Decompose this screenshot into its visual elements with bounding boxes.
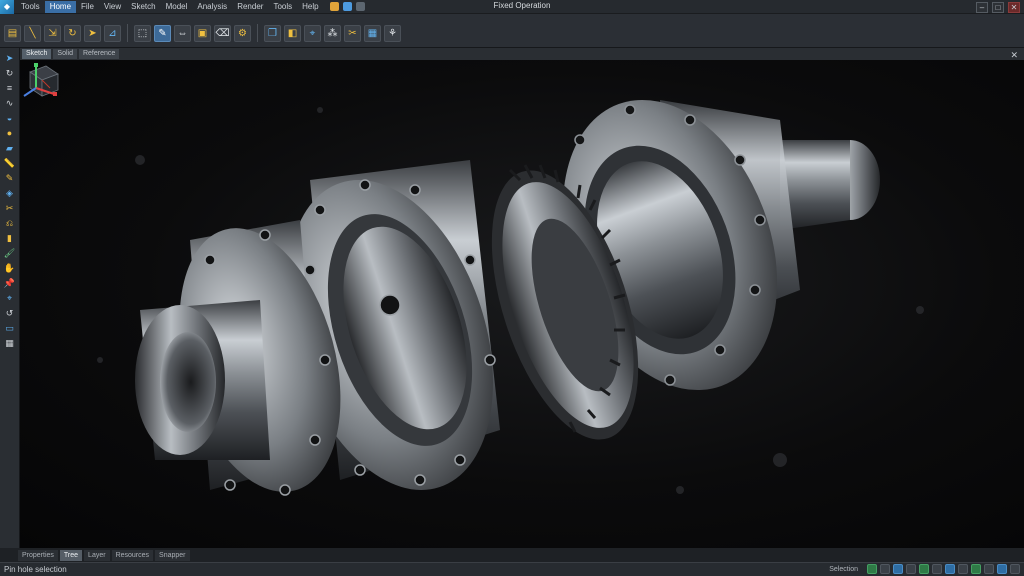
- extrude-tool-icon[interactable]: ▮: [3, 232, 17, 244]
- folder-icon[interactable]: ▤: [4, 24, 21, 42]
- menu-item-tools[interactable]: Tools: [268, 1, 297, 13]
- panel-tab-layer[interactable]: Layer: [84, 549, 110, 561]
- cut-tool-icon[interactable]: ✂: [3, 202, 17, 214]
- status-clean-icon[interactable]: [1010, 564, 1020, 574]
- assembly-icon[interactable]: ⚘: [384, 24, 401, 42]
- maximize-button[interactable]: □: [992, 1, 1004, 13]
- status-annot-icon[interactable]: [958, 564, 968, 574]
- select-icon[interactable]: ⬚: [134, 24, 151, 42]
- dimension-icon[interactable]: ⇔: [174, 24, 191, 42]
- toolbar-separator: [257, 24, 258, 42]
- gear-icon[interactable]: ⚙: [234, 24, 251, 42]
- panel-tabs: Properties Tree Layer Resources Snapper: [0, 548, 1024, 562]
- viewport-tab-solid[interactable]: Solid: [53, 49, 77, 59]
- status-grid-icon[interactable]: [867, 564, 877, 574]
- app-logo-icon[interactable]: ◆: [0, 0, 14, 14]
- quick-access-toolbar: [329, 2, 365, 11]
- main-toolbar: ▤ ╲ ⇲ ↻ ➤ ⊿ ⬚ ✎ ⇔ ▣ ⌫ ⚙ ❐ ◧ ⌖ ⁂ ✂ ▦ ⚘: [0, 14, 1024, 48]
- menu-item-home[interactable]: Home: [44, 0, 77, 13]
- panel-tab-properties[interactable]: Properties: [18, 549, 58, 561]
- hand-tool-icon[interactable]: ✋: [3, 262, 17, 274]
- status-selection-label: Selection: [829, 565, 858, 573]
- menu-item-analysis[interactable]: Analysis: [192, 1, 232, 13]
- toolbar-separator: [127, 24, 128, 42]
- viewport-tab-sketch[interactable]: Sketch: [22, 49, 52, 59]
- close-button[interactable]: ✕: [1008, 1, 1020, 13]
- paint-tool-icon[interactable]: 🖌: [3, 247, 17, 259]
- axis-triad: [23, 63, 57, 97]
- rotate-icon[interactable]: ↻: [64, 24, 81, 42]
- fold-tool-icon[interactable]: ⎌: [3, 217, 17, 229]
- measure-icon[interactable]: ⊿: [104, 24, 121, 42]
- sphere-tool-icon[interactable]: ●: [3, 127, 17, 139]
- grid-tool-icon[interactable]: ▦: [3, 337, 17, 349]
- menu-item-sketch[interactable]: Sketch: [126, 1, 160, 13]
- grid-icon[interactable]: ▦: [364, 24, 381, 42]
- undo-icon[interactable]: [342, 2, 352, 11]
- status-polar-icon[interactable]: [906, 564, 916, 574]
- clip-icon[interactable]: ✂: [344, 24, 361, 42]
- redo-icon[interactable]: [355, 2, 365, 11]
- menu-bar: Tools Home File View Sketch Model Analysis Rend…: [16, 0, 324, 14]
- menu-item-help[interactable]: Help: [297, 1, 323, 13]
- shaft-assembly: [135, 99, 880, 496]
- pattern-icon[interactable]: ⁂: [324, 24, 341, 42]
- layers-tool-icon[interactable]: ≡: [3, 82, 17, 94]
- sketch-icon[interactable]: ✎: [154, 24, 171, 42]
- status-lw-icon[interactable]: [932, 564, 942, 574]
- viewport-tab-reference[interactable]: Reference: [78, 49, 120, 59]
- extrude-icon[interactable]: ▣: [194, 24, 211, 42]
- menu-item-file[interactable]: File: [76, 1, 99, 13]
- view-icon[interactable]: ◧: [284, 24, 301, 42]
- line-icon[interactable]: ╲: [24, 24, 41, 42]
- status-bar: Pin hole selection Selection: [0, 562, 1024, 576]
- window-controls: – □ ✕: [976, 0, 1020, 14]
- shape-tool-icon[interactable]: ▰: [3, 142, 17, 154]
- copy-icon[interactable]: ❐: [264, 24, 281, 42]
- panel-tab-snapper[interactable]: Snapper: [155, 549, 190, 561]
- shaft-bore: [160, 332, 216, 432]
- pencil-tool-icon[interactable]: ✎: [3, 172, 17, 184]
- surface-tool-icon[interactable]: ◒: [3, 112, 17, 124]
- measure-tool-icon[interactable]: 📏: [3, 157, 17, 169]
- menu-item-view[interactable]: View: [99, 1, 126, 13]
- status-model-icon[interactable]: [945, 564, 955, 574]
- mirror-tool-icon[interactable]: ◈: [3, 187, 17, 199]
- title-bar: ◆ Tools Home File View Sketch Model Analysis Re…: [0, 0, 1024, 14]
- minimize-button[interactable]: –: [976, 1, 988, 13]
- status-ws-icon[interactable]: [997, 564, 1007, 574]
- status-track-icon[interactable]: [919, 564, 929, 574]
- viewport-tab-bar: Sketch Solid Reference: [20, 48, 1024, 60]
- curve-tool-icon[interactable]: ∿: [3, 97, 17, 109]
- pin-tool-icon[interactable]: 📌: [3, 277, 17, 289]
- menu-item-model[interactable]: Model: [161, 1, 193, 13]
- menu-item-tools[interactable]: Tools: [16, 1, 45, 13]
- save-icon[interactable]: [329, 2, 339, 11]
- status-ortho-icon[interactable]: [893, 564, 903, 574]
- rotate2-tool-icon[interactable]: ↺: [3, 307, 17, 319]
- status-snap-icon[interactable]: [880, 564, 890, 574]
- status-indicators: Selection: [829, 564, 1020, 574]
- viewport-tabs: Sketch Solid Reference: [22, 49, 120, 59]
- screen-tool-icon[interactable]: ▭: [3, 322, 17, 334]
- arrow-icon[interactable]: ➤: [84, 24, 101, 42]
- model-render: [97, 99, 924, 496]
- status-iso-icon[interactable]: [971, 564, 981, 574]
- snap-tool-icon[interactable]: ⌖: [3, 292, 17, 304]
- status-visual-icon[interactable]: [984, 564, 994, 574]
- status-message: Pin hole selection: [4, 565, 67, 574]
- move-icon[interactable]: ⇲: [44, 24, 61, 42]
- toolbar-row: ▤ ╲ ⇲ ↻ ➤ ⊿ ⬚ ✎ ⇔ ▣ ⌫ ⚙ ❐ ◧ ⌖ ⁂ ✂ ▦ ⚘: [4, 24, 401, 42]
- menu-item-render[interactable]: Render: [232, 1, 268, 13]
- window-title: Fixed Operation: [493, 1, 551, 10]
- rotate-tool-icon[interactable]: ↻: [3, 67, 17, 79]
- panel-tab-resources[interactable]: Resources: [111, 549, 154, 561]
- select-tool-icon[interactable]: ➤: [3, 52, 17, 64]
- panel-tab-tree[interactable]: Tree: [59, 549, 83, 561]
- snap-icon[interactable]: ⌖: [304, 24, 321, 42]
- left-toolbar: ➤ ↻ ≡ ∿ ◒ ● ▰ 📏 ✎ ◈ ✂ ⎌ ▮ 🖌 ✋ 📌 ⌖ ↺ ▭ ▦: [0, 48, 20, 548]
- 3d-viewport[interactable]: [20, 60, 1024, 548]
- eraser-icon[interactable]: ⌫: [214, 24, 231, 42]
